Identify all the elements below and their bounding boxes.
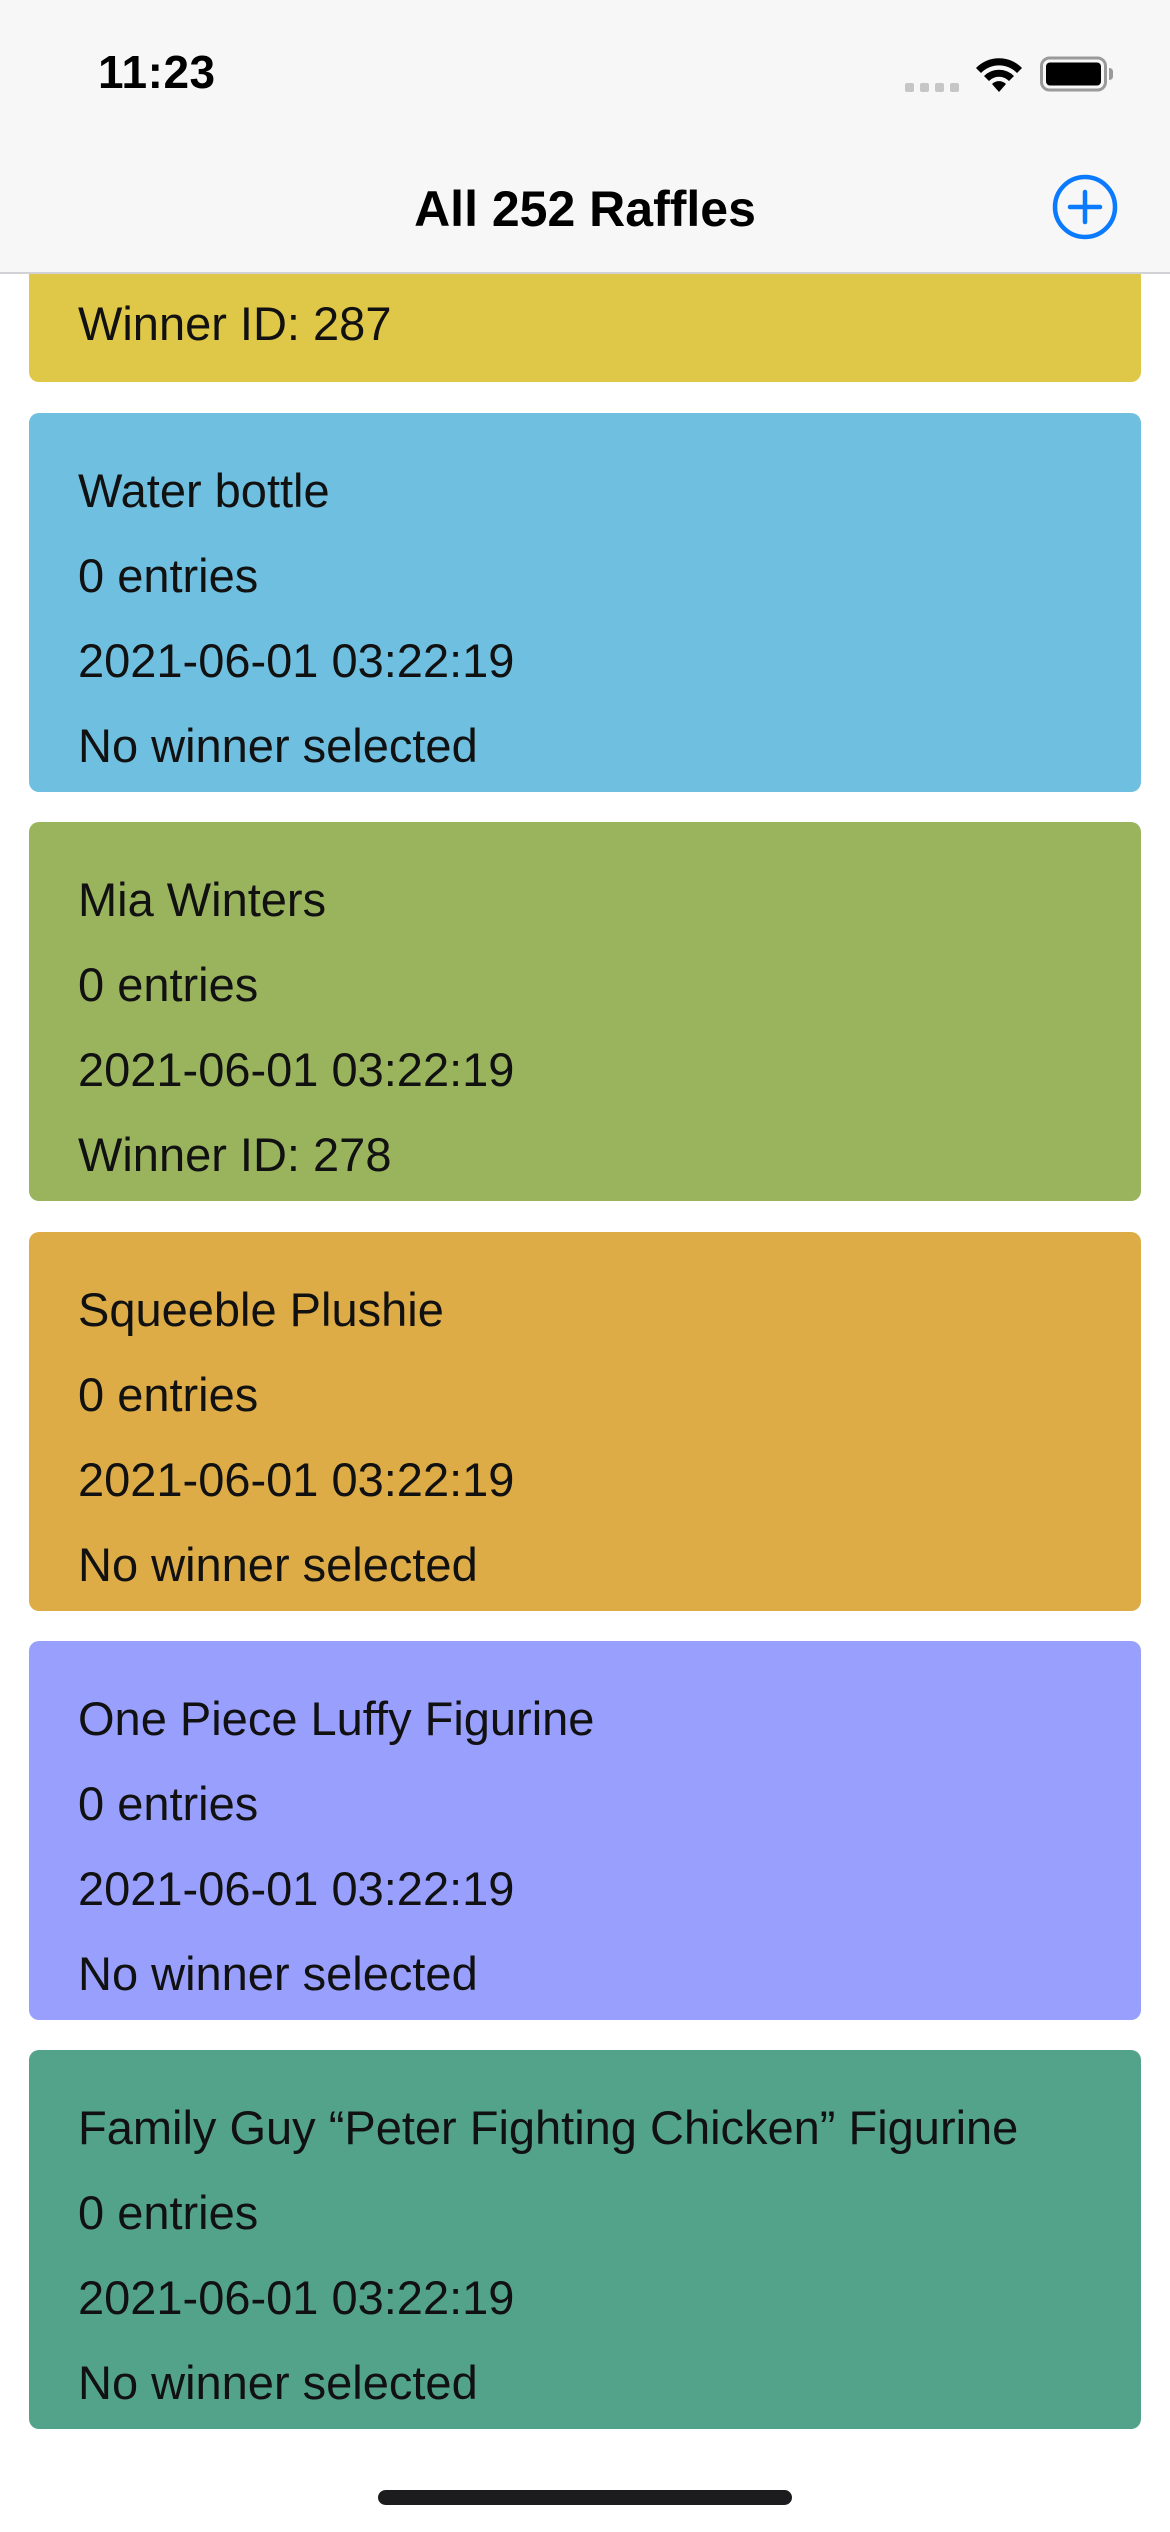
battery-icon bbox=[1040, 56, 1113, 92]
status-time: 11:23 bbox=[98, 46, 216, 98]
navigation-bar: All 252 Raffles bbox=[0, 142, 1170, 274]
raffle-date: 2021-06-01 03:22:19 bbox=[78, 634, 515, 687]
raffle-name: Water bottle bbox=[78, 464, 330, 517]
raffle-winner: Winner ID: 278 bbox=[78, 1128, 392, 1181]
raffle-entries: 0 entries bbox=[78, 549, 259, 602]
raffle-card[interactable]: Squeeble Plushie 0 entries 2021-06-01 03… bbox=[29, 1232, 1141, 1611]
raffle-winner: Winner ID: 287 bbox=[78, 297, 392, 350]
raffle-date: 2021-06-01 03:22:19 bbox=[78, 2271, 515, 2324]
raffle-card[interactable]: One Piece Luffy Figurine 0 entries 2021-… bbox=[29, 1641, 1141, 2020]
raffle-card[interactable]: Family Guy “Peter Fighting Chicken” Figu… bbox=[29, 2050, 1141, 2429]
raffle-entries: 0 entries bbox=[78, 1777, 259, 1830]
raffle-card[interactable]: Mia Winters 0 entries 2021-06-01 03:22:1… bbox=[29, 822, 1141, 1201]
raffle-date: 2021-06-01 03:22:19 bbox=[78, 1862, 515, 1915]
raffle-list[interactable]: Winner ID: 287 Water bottle 0 entries 20… bbox=[0, 274, 1170, 2454]
raffle-entries: 0 entries bbox=[78, 958, 259, 1011]
cellular-signal-icon bbox=[905, 80, 959, 92]
raffle-card[interactable]: Winner ID: 287 bbox=[29, 274, 1141, 382]
page-title: All 252 Raffles bbox=[414, 181, 756, 237]
raffle-winner: No winner selected bbox=[78, 719, 478, 772]
raffle-date: 2021-06-01 03:22:19 bbox=[78, 1043, 515, 1096]
raffle-name: Family Guy “Peter Fighting Chicken” Figu… bbox=[78, 2101, 1019, 2154]
raffle-card[interactable]: Water bottle 0 entries 2021-06-01 03:22:… bbox=[29, 413, 1141, 792]
raffle-name: Mia Winters bbox=[78, 873, 327, 926]
raffle-name: One Piece Luffy Figurine bbox=[78, 1692, 595, 1745]
wifi-icon bbox=[976, 58, 1022, 92]
add-raffle-button[interactable] bbox=[1052, 174, 1118, 240]
home-indicator[interactable] bbox=[378, 2490, 792, 2505]
raffle-name: Squeeble Plushie bbox=[78, 1283, 444, 1336]
raffle-winner: No winner selected bbox=[78, 1538, 478, 1591]
raffle-entries: 0 entries bbox=[78, 2186, 259, 2239]
raffle-winner: No winner selected bbox=[78, 2356, 478, 2409]
raffle-entries: 0 entries bbox=[78, 1368, 259, 1421]
raffle-winner: No winner selected bbox=[78, 1947, 478, 2000]
status-bar: 11:23 bbox=[0, 0, 1170, 142]
raffle-date: 2021-06-01 03:22:19 bbox=[78, 1453, 515, 1506]
